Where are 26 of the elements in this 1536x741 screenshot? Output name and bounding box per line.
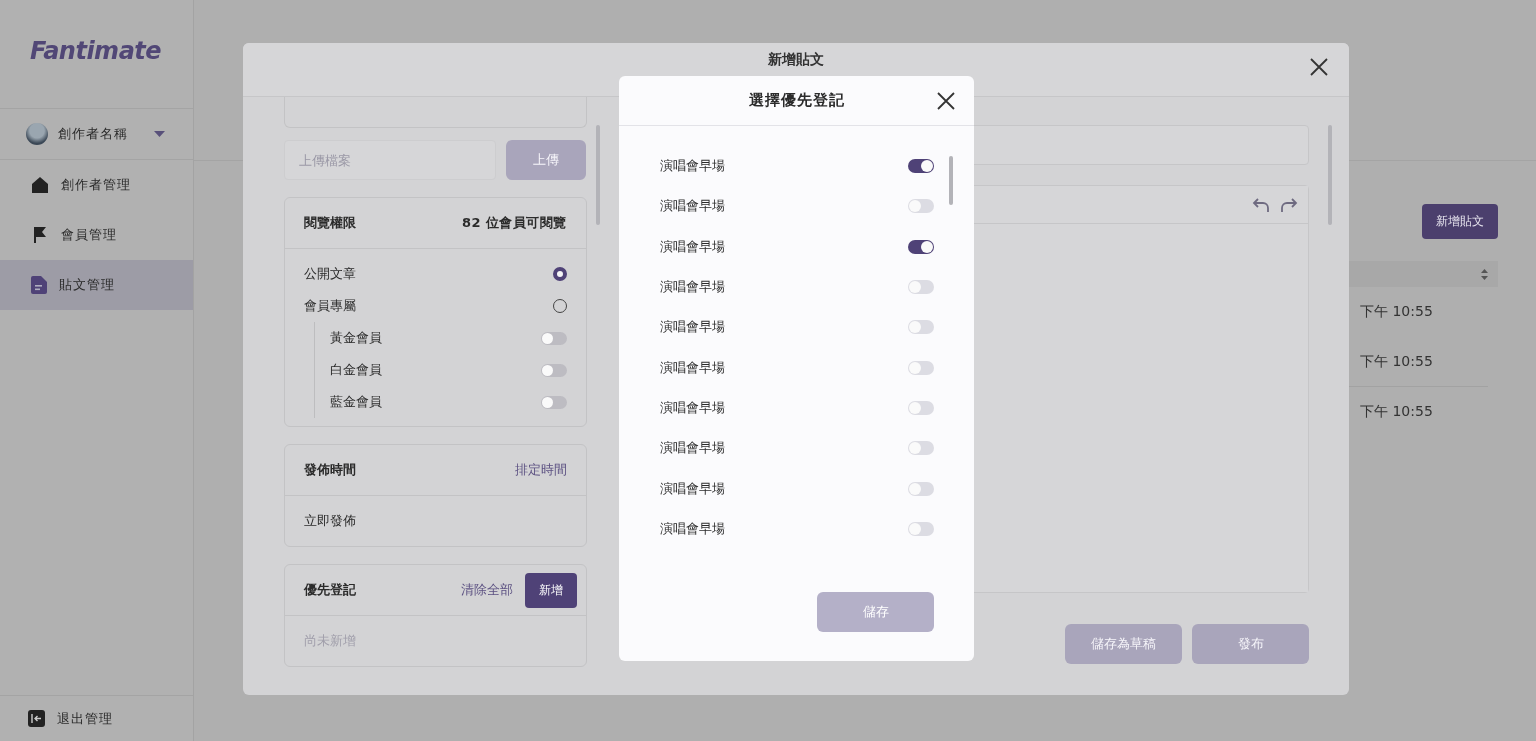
- tier-label: 黃金會員: [330, 329, 382, 347]
- table-cell: 下午 10:55: [1360, 402, 1433, 421]
- card-title: 閱覽權限: [304, 214, 357, 232]
- card-title: 發佈時間: [304, 461, 357, 479]
- table-cell: 下午 10:55: [1360, 302, 1433, 321]
- card-title: 優先登記: [304, 581, 357, 599]
- dialog-title: 新增貼文: [768, 51, 824, 69]
- tier-label: 藍金會員: [330, 393, 382, 411]
- publish-value: 立即發佈: [304, 512, 356, 530]
- option-label: 演唱會早場: [660, 278, 725, 297]
- radio-label: 會員專屬: [304, 297, 356, 315]
- member-count: 82 位會員可閱覽: [461, 214, 567, 232]
- option-label: 演唱會早場: [660, 519, 725, 538]
- option-label: 演唱會早場: [660, 479, 725, 498]
- option-label: 演唱會早場: [660, 237, 725, 256]
- option-label: 演唱會早場: [660, 439, 725, 458]
- option-label: 演唱會早場: [660, 358, 725, 377]
- option-label: 演唱會早場: [660, 398, 725, 417]
- logo: Fantimate: [30, 37, 162, 65]
- option-label: 演唱會早場: [660, 197, 725, 216]
- radio-label: 公開文章: [304, 265, 356, 283]
- option-label: 演唱會早場: [660, 157, 725, 176]
- tier-label: 白金會員: [330, 361, 382, 379]
- option-label: 演唱會早場: [660, 318, 725, 337]
- table-cell: 下午 10:55: [1360, 352, 1433, 371]
- dialog-title: 選擇優先登記: [748, 91, 845, 110]
